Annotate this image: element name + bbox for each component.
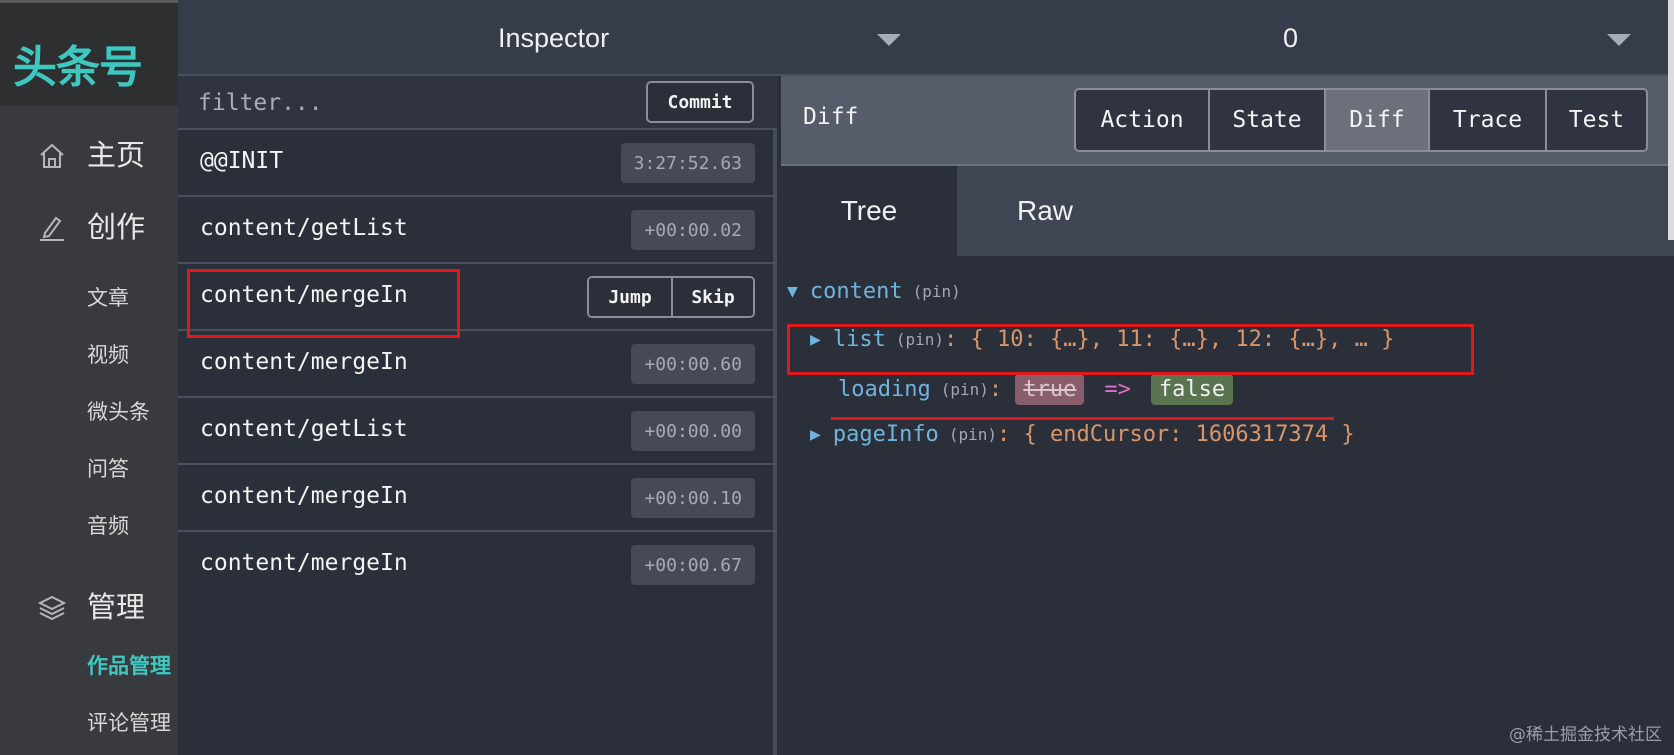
jump-skip-group: Jump Skip [587, 276, 755, 318]
sidebar: 头条号 主页 创作 文章 视频 微头条 问答 音频 管理 作品管理 评论管理 [0, 0, 178, 755]
sidebar-item-label: 管理 [87, 590, 146, 624]
sidebar-item-home[interactable]: 主页 [0, 128, 178, 178]
tree-node-list[interactable]: ▶ list (pin) : { 10: {…}, 11: {…}, 12: {… [810, 327, 1394, 352]
tree-key: content [809, 279, 903, 304]
annotation-underline [831, 417, 1334, 420]
action-name: content/mergeIn [200, 282, 408, 308]
commit-button[interactable]: Commit [646, 81, 754, 123]
skip-button[interactable]: Skip [671, 278, 753, 316]
action-name: @@INIT [200, 148, 284, 174]
triangle-right-icon[interactable]: ▶ [810, 424, 821, 445]
action-row[interactable]: content/mergeIn +00:00.67 [178, 532, 777, 599]
tab-trace[interactable]: Trace [1428, 90, 1545, 150]
scrollbar[interactable] [1668, 0, 1674, 240]
pencil-icon [40, 216, 64, 241]
tree-key: loading [838, 377, 931, 402]
filter-row: Commit [178, 76, 777, 130]
sidebar-sub-micro[interactable]: 微头条 [87, 396, 150, 426]
sidebar-sub-qa[interactable]: 问答 [87, 453, 129, 483]
action-row[interactable]: content/mergeIn +00:00.10 [178, 465, 777, 532]
logo: 头条号 [13, 42, 143, 93]
sidebar-item-label: 创作 [87, 210, 146, 244]
action-time: 3:27:52.63 [620, 143, 755, 183]
action-name: content/mergeIn [200, 550, 408, 576]
tab-state[interactable]: State [1208, 90, 1324, 150]
pin-link[interactable]: (pin) [941, 380, 989, 399]
tree-node-loading: loading (pin) : true => false [838, 374, 1234, 405]
monitor-select-value: Inspector [498, 22, 610, 53]
sidebar-item-create[interactable]: 创作 [0, 200, 178, 250]
tab-test[interactable]: Test [1545, 90, 1646, 150]
jump-button[interactable]: Jump [589, 278, 671, 316]
monitor-panel: Diff Action State Diff Trace Test Tree R… [781, 76, 1674, 755]
tree-key: list [832, 327, 886, 352]
monitor-title: Diff [803, 104, 859, 130]
subtab-raw[interactable]: Raw [957, 166, 1133, 256]
subtab-tree[interactable]: Tree [781, 166, 957, 256]
sidebar-sub-comments[interactable]: 评论管理 [87, 707, 171, 737]
diff-new-value: false [1150, 374, 1234, 405]
tree-node-pageinfo[interactable]: ▶ pageInfo (pin) : { endCursor: 16063173… [810, 422, 1355, 447]
layers-icon [37, 595, 67, 621]
tree-key: pageInfo [832, 422, 939, 447]
sidebar-sub-audio[interactable]: 音频 [87, 510, 129, 540]
action-row[interactable]: content/getList +00:00.00 [178, 398, 777, 465]
action-row[interactable]: content/mergeIn Jump Skip [178, 264, 777, 331]
watermark: @稀土掘金技术社区 [1509, 725, 1662, 745]
devtools-topbar: Inspector 0 [178, 0, 1674, 76]
monitor-select[interactable]: Inspector [178, 0, 913, 76]
tree-colon: : [944, 327, 971, 352]
action-name: content/getList [200, 215, 408, 241]
tree-colon: : [988, 377, 1016, 402]
monitor-header: Diff Action State Diff Trace Test [781, 76, 1674, 166]
chevron-down-icon [877, 34, 901, 46]
tab-diff[interactable]: Diff [1324, 90, 1428, 150]
sidebar-sub-article[interactable]: 文章 [87, 282, 129, 312]
logo-area: 头条号 [0, 0, 178, 106]
tree-colon: : [996, 422, 1024, 447]
action-time: +00:00.02 [631, 210, 755, 250]
pin-link[interactable]: (pin) [949, 425, 997, 444]
action-name: content/mergeIn [200, 483, 408, 509]
chevron-down-icon [1607, 34, 1631, 46]
action-name: content/mergeIn [200, 349, 408, 375]
triangle-down-icon[interactable]: ▼ [787, 281, 798, 302]
sidebar-item-label: 主页 [87, 138, 146, 172]
sidebar-sub-works[interactable]: 作品管理 [87, 650, 171, 680]
tree-value: { 10: {…}, 11: {…}, 12: {…}, … } [970, 327, 1395, 352]
monitor-tabs: Action State Diff Trace Test [1074, 88, 1648, 152]
tree-value: { endCursor: 1606317374 } [1023, 422, 1355, 447]
tab-action[interactable]: Action [1076, 90, 1208, 150]
action-list-panel: Commit @@INIT 3:27:52.63 content/getList… [178, 76, 777, 755]
action-row[interactable]: @@INIT 3:27:52.63 [178, 130, 777, 197]
diff-subtabs: Tree Raw [781, 166, 1674, 256]
action-time: +00:00.60 [631, 344, 755, 384]
action-time: +00:00.00 [631, 411, 755, 451]
action-row[interactable]: content/mergeIn +00:00.60 [178, 331, 777, 398]
action-name: content/getList [200, 416, 408, 442]
action-time: +00:00.10 [631, 478, 755, 518]
pin-link[interactable]: (pin) [913, 282, 961, 301]
sidebar-item-manage[interactable]: 管理 [0, 580, 178, 630]
pin-link[interactable]: (pin) [896, 330, 944, 349]
sidebar-sub-video[interactable]: 视频 [87, 339, 129, 369]
action-time: +00:00.67 [631, 545, 755, 585]
diff-old-value: true [1015, 374, 1085, 405]
instance-select[interactable]: 0 [923, 0, 1674, 76]
home-icon [40, 143, 64, 168]
tree-node-content[interactable]: ▼ content (pin) [787, 279, 961, 304]
instance-select-value: 0 [1283, 22, 1299, 53]
action-row[interactable]: content/getList +00:00.02 [178, 197, 777, 264]
diff-arrow: => [1104, 377, 1131, 402]
filter-input[interactable] [198, 84, 618, 122]
triangle-right-icon[interactable]: ▶ [810, 329, 821, 350]
